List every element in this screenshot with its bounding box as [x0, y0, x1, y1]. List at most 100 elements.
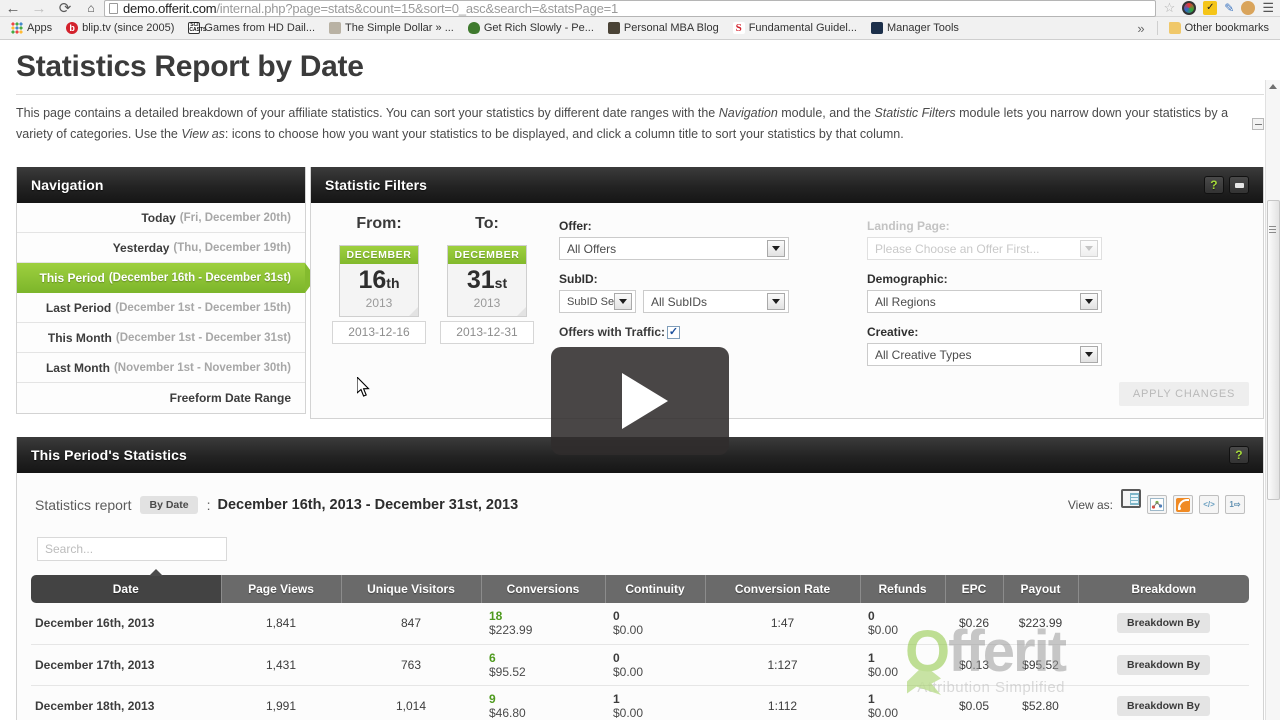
simple-dollar-icon	[329, 22, 341, 34]
chevron-down-icon[interactable]	[1080, 346, 1098, 363]
bookmarks-overflow-button[interactable]: »	[1129, 21, 1152, 36]
nav-item-yesterday[interactable]: Yesterday (Thu, December 19th)	[17, 233, 305, 263]
export-view-icon[interactable]: 1⇨	[1225, 495, 1245, 514]
cell-continuity-amount: $0.00	[613, 665, 697, 679]
extension-pen-icon[interactable]: ✎	[1224, 1, 1234, 15]
chevron-down-icon[interactable]	[1080, 293, 1098, 310]
play-icon[interactable]	[622, 373, 668, 429]
code-view-icon[interactable]: </>	[1199, 495, 1219, 514]
navigation-title: Navigation	[31, 177, 104, 193]
to-date-input[interactable]: 2013-12-31	[440, 321, 534, 344]
nav-item-this-period[interactable]: This Period (December 16th - December 31…	[17, 263, 305, 293]
chevron-down-icon[interactable]	[767, 293, 785, 310]
graph-view-icon[interactable]	[1147, 495, 1167, 514]
column-header-conversion-rate[interactable]: Conversion Rate	[705, 575, 860, 603]
bookmark-item-blip-tv[interactable]: b blip.tv (since 2005)	[59, 17, 181, 40]
to-calendar-card[interactable]: DECEMBER 31st 2013	[447, 245, 527, 317]
nav-item-today[interactable]: Today (Fri, December 20th)	[17, 203, 305, 233]
cell-epc: $0.05	[945, 685, 1003, 720]
demographic-value: All Regions	[875, 295, 936, 309]
subid-set-select[interactable]: SubID Set	[559, 290, 636, 313]
chevron-down-icon[interactable]	[614, 293, 632, 310]
chevron-down-icon[interactable]	[767, 240, 785, 257]
breakdown-by-button[interactable]: Breakdown By	[1117, 655, 1210, 675]
extension-cookie-icon[interactable]	[1241, 1, 1255, 15]
chrome-menu-icon[interactable]: ☰	[1262, 0, 1274, 16]
nav-item-freeform-date-range[interactable]: Freeform Date Range	[17, 383, 305, 413]
video-play-overlay[interactable]	[551, 347, 729, 455]
from-calendar-card[interactable]: DECEMBER 16th 2013	[339, 245, 419, 317]
back-button[interactable]: ←	[0, 0, 26, 17]
get-rich-slowly-icon	[468, 22, 480, 34]
home-button[interactable]: ⌂	[78, 0, 104, 17]
vertical-scrollbar[interactable]	[1265, 80, 1280, 720]
page-info-icon[interactable]	[109, 3, 118, 14]
column-header-refunds[interactable]: Refunds	[860, 575, 945, 603]
bookmark-item-simple-dollar[interactable]: The Simple Dollar » ...	[322, 17, 461, 40]
from-date-column: From: DECEMBER 16th 2013 2013-12-16	[325, 215, 433, 417]
filters-minimize-button[interactable]	[1229, 176, 1249, 194]
desc-em-navigation: Navigation	[719, 106, 778, 120]
apply-changes-button[interactable]: APPLY CHANGES	[1119, 382, 1249, 406]
from-date-input[interactable]: 2013-12-16	[332, 321, 426, 344]
scrollbar-thumb[interactable]	[1267, 200, 1280, 500]
landing-page-select[interactable]: Please Choose an Offer First...	[867, 237, 1102, 260]
reload-button[interactable]: ⟳	[52, 0, 78, 17]
nav-item-this-month[interactable]: This Month (December 1st - December 31st…	[17, 323, 305, 353]
nav-item-label: This Period	[39, 271, 104, 285]
column-header-breakdown[interactable]: Breakdown	[1078, 575, 1249, 603]
cell-date: December 16th, 2013	[31, 603, 221, 644]
subid-select[interactable]: All SubIDs	[643, 290, 789, 313]
minimize-icon	[1235, 183, 1244, 188]
rss-view-icon[interactable]	[1173, 495, 1193, 514]
column-header-page-views[interactable]: Page Views	[221, 575, 341, 603]
extension-shield-icon[interactable]: ✓	[1203, 1, 1217, 15]
table-view-icon[interactable]	[1121, 489, 1141, 508]
column-header-payout[interactable]: Payout	[1003, 575, 1078, 603]
nav-item-label: Last Period	[46, 301, 111, 315]
address-bar[interactable]: demo.offerit.com/internal.php?page=stats…	[104, 0, 1156, 17]
forward-button[interactable]: →	[26, 0, 52, 17]
statistics-help-button[interactable]: ?	[1229, 446, 1249, 464]
offers-with-traffic-checkbox[interactable]: ✓	[667, 326, 680, 339]
other-bookmarks-folder[interactable]: Other bookmarks	[1162, 17, 1276, 40]
offer-select[interactable]: All Offers	[559, 237, 789, 260]
bookmark-star-icon[interactable]: ☆	[1164, 0, 1176, 16]
search-input[interactable]: Search...	[37, 537, 227, 561]
bookmark-item-personal-mba[interactable]: Personal MBA Blog	[601, 17, 726, 40]
column-header-unique-visitors[interactable]: Unique Visitors	[341, 575, 481, 603]
filters-help-button[interactable]: ?	[1204, 176, 1224, 194]
breakdown-by-button[interactable]: Breakdown By	[1117, 613, 1210, 633]
nav-item-last-month[interactable]: Last Month (November 1st - November 30th…	[17, 353, 305, 383]
breakdown-by-button[interactable]: Breakdown By	[1117, 696, 1210, 716]
statistics-report-label: Statistics report	[35, 497, 131, 513]
statistic-filters-header: Statistic Filters ?	[311, 167, 1263, 203]
bookmark-item-games[interactable]: SCICASTS Games from HD Dail...	[181, 17, 322, 40]
page-collapse-button[interactable]	[1252, 118, 1264, 130]
statistics-separator: :	[207, 497, 211, 513]
bookmark-item-apps[interactable]: Apps	[4, 17, 59, 40]
creative-label: Creative:	[867, 325, 1102, 339]
to-calendar-year: 2013	[448, 293, 526, 316]
column-header-conversions[interactable]: Conversions	[481, 575, 605, 603]
cell-date: December 17th, 2013	[31, 644, 221, 685]
statistics-report-line: Statistics report By Date : December 16t…	[31, 473, 1249, 520]
creative-select[interactable]: All Creative Types	[867, 343, 1102, 366]
bookmark-item-get-rich-slowly[interactable]: Get Rich Slowly - Pe...	[461, 17, 601, 40]
by-date-chip[interactable]: By Date	[140, 496, 197, 514]
from-day-number: 16	[358, 266, 386, 294]
bookmark-label: Fundamental Guidel...	[749, 22, 857, 34]
nav-item-last-period[interactable]: Last Period (December 1st - December 15t…	[17, 293, 305, 323]
demographic-select[interactable]: All Regions	[867, 290, 1102, 313]
cell-refunds: 0$0.00	[860, 603, 945, 644]
extension-colorwheel-icon[interactable]	[1182, 1, 1196, 15]
navigation-panel: Navigation Today (Fri, December 20th) Ye…	[16, 167, 306, 414]
bookmark-item-manager-tools[interactable]: Manager Tools	[864, 17, 966, 40]
scroll-up-button[interactable]	[1266, 80, 1280, 93]
chevron-down-icon[interactable]	[1080, 240, 1098, 257]
column-header-date[interactable]: Date	[31, 575, 221, 603]
bookmark-item-fundamental[interactable]: S Fundamental Guidel...	[726, 17, 864, 40]
column-header-continuity[interactable]: Continuity	[605, 575, 705, 603]
column-header-epc[interactable]: EPC	[945, 575, 1003, 603]
cell-payout: $223.99	[1003, 603, 1078, 644]
